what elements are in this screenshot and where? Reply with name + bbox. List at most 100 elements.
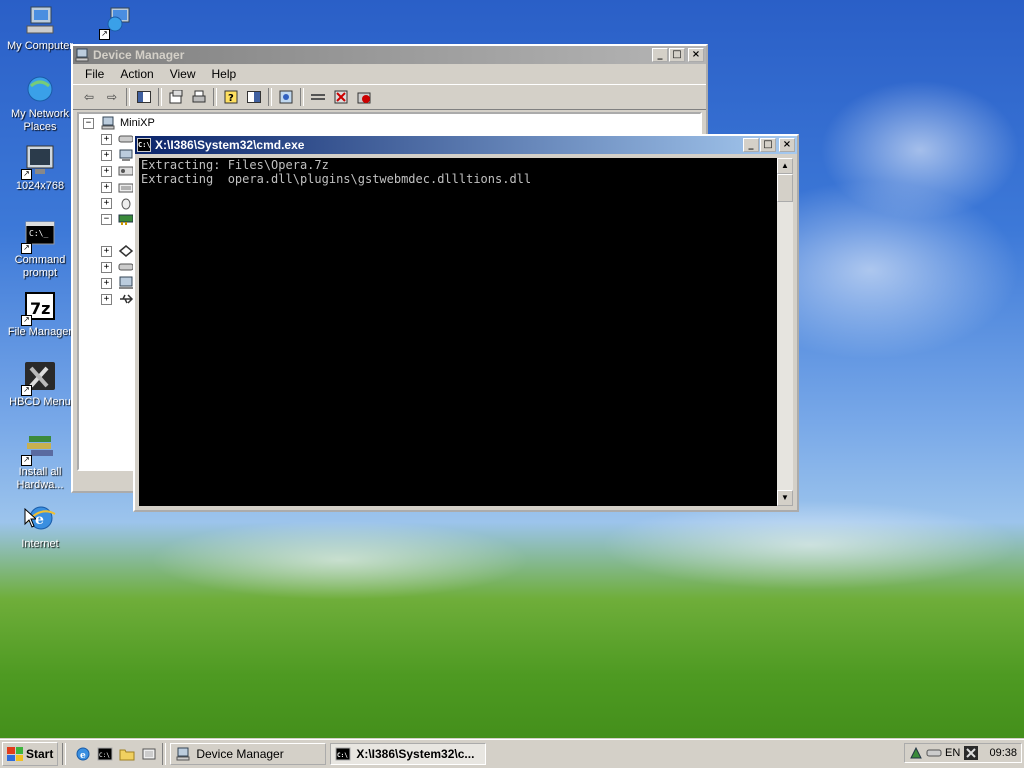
mouse-cursor-icon [24, 508, 36, 528]
computer-icon [176, 747, 190, 761]
back-icon[interactable]: ⇦ [79, 88, 99, 106]
desktop-icon-file-manager[interactable]: 7z ↗ File Manager [4, 290, 76, 339]
maximize-button[interactable]: □ [669, 48, 685, 62]
minimize-button[interactable]: _ [743, 138, 759, 152]
print-icon[interactable] [189, 88, 209, 106]
desktop-icon-resolution[interactable]: ↗ 1024x768 [4, 144, 76, 193]
desktop-icon-internet[interactable]: e Internet [4, 502, 76, 551]
expand-icon[interactable]: + [101, 149, 112, 161]
menu-view[interactable]: View [162, 67, 204, 81]
quicklaunch-folder-icon[interactable] [118, 745, 136, 763]
expand-icon[interactable]: + [101, 133, 112, 145]
toolbar: ⇦ ⇨ ? [73, 84, 706, 110]
desktop-icon-my-computer[interactable]: My Computer [4, 4, 76, 53]
expand-icon[interactable]: + [101, 277, 112, 289]
tree-node[interactable]: − [101, 212, 134, 226]
tree-node[interactable]: + [101, 180, 134, 194]
task-device-manager[interactable]: Device Manager [170, 743, 327, 765]
task-label: Device Manager [196, 747, 284, 761]
tray-drive-icon[interactable] [926, 748, 942, 758]
menu-help[interactable]: Help [204, 67, 245, 81]
toolbar-separator [213, 88, 217, 106]
expand-icon[interactable]: + [101, 293, 112, 305]
tree-node[interactable]: + [101, 276, 134, 290]
ports-icon [118, 245, 134, 257]
scroll-thumb[interactable] [777, 174, 793, 202]
device-manager-titlebar[interactable]: Device Manager _ □ × [73, 46, 706, 64]
display-adapter-icon [119, 149, 133, 161]
computer-icon [75, 48, 89, 62]
tray-hardware-icon[interactable] [909, 746, 923, 760]
start-button[interactable]: Start [2, 742, 59, 766]
uninstall-icon[interactable] [331, 88, 351, 106]
tree-node[interactable]: + [101, 260, 134, 274]
expand-icon[interactable]: + [101, 245, 112, 257]
disable-icon[interactable] [354, 88, 374, 106]
expand-icon[interactable]: + [101, 165, 112, 177]
scan-hardware-icon[interactable] [276, 88, 296, 106]
menu-action[interactable]: Action [112, 67, 161, 81]
desktop-icon-label: Install all Hardwa... [16, 466, 64, 491]
desktop-icon-command-prompt[interactable]: C:\_ ↗ Command prompt [4, 218, 76, 280]
help-icon[interactable]: ? [221, 88, 241, 106]
expand-icon[interactable]: + [101, 261, 112, 273]
desktop-icon-label: 1024x768 [15, 180, 65, 192]
tray-language[interactable]: EN [945, 747, 960, 759]
tray-tools-icon[interactable] [963, 745, 979, 761]
tree-node[interactable]: + [101, 196, 134, 210]
close-button[interactable]: × [688, 48, 704, 62]
expand-icon[interactable]: + [101, 181, 112, 193]
desktop-icon-hbcd-menu[interactable]: ↗ HBCD Menu [4, 360, 76, 409]
system-tray: EN 09:38 [904, 743, 1022, 763]
minimize-button[interactable]: _ [652, 48, 668, 62]
quicklaunch-desktop-icon[interactable] [140, 745, 158, 763]
show-hide-tree-icon[interactable] [134, 88, 154, 106]
tray-clock[interactable]: 09:38 [989, 747, 1017, 759]
update-driver-icon[interactable] [308, 88, 328, 106]
svg-text:?: ? [228, 93, 234, 104]
desktop-icon-label: My Network Places [10, 108, 70, 133]
quicklaunch-cmd-icon[interactable]: C:\ [96, 745, 114, 763]
desktop-icon-secondary[interactable]: ↗ [82, 4, 154, 40]
desktop-icon-network-places[interactable]: My Network Places [4, 72, 76, 134]
tree-root[interactable]: − MiniXP [83, 116, 155, 130]
close-button[interactable]: × [779, 138, 795, 152]
shortcut-arrow-icon: ↗ [21, 385, 32, 396]
command-prompt-icon: C:\_ ↗ [21, 218, 57, 254]
network-adapter-icon [118, 214, 134, 225]
desktop-icon-label: Command prompt [14, 254, 66, 279]
scroll-down-button[interactable]: ▼ [777, 490, 793, 506]
task-cmd[interactable]: C:\ X:\I386\System32\c... [330, 743, 487, 765]
tree-node[interactable]: + [101, 292, 134, 306]
cmd-titlebar[interactable]: C:\ X:\I386\System32\cmd.exe _ □ × [135, 136, 797, 154]
vertical-scrollbar[interactable]: ▲ ▼ [777, 158, 793, 506]
windows-flag-icon [7, 747, 23, 761]
tree-node[interactable]: + [101, 148, 134, 162]
cmd-window[interactable]: C:\ X:\I386\System32\cmd.exe _ □ × Extra… [133, 134, 799, 512]
tree-node[interactable]: + [101, 244, 134, 258]
tree-node[interactable]: + [101, 164, 134, 178]
desktop-icon-install-hardware[interactable]: ↗ Install all Hardwa... [4, 430, 76, 492]
desktop-icon-label: My Computer [6, 40, 74, 52]
tree-node[interactable]: + [101, 132, 134, 146]
forward-icon[interactable]: ⇨ [102, 88, 122, 106]
view-icon[interactable] [244, 88, 264, 106]
shortcut-arrow-icon: ↗ [21, 455, 32, 466]
scroll-up-button[interactable]: ▲ [777, 158, 793, 174]
task-label: X:\I386\System32\c... [356, 747, 475, 761]
collapse-icon[interactable]: − [101, 213, 112, 225]
desktop-icon-label: HBCD Menu [9, 396, 71, 408]
properties-icon[interactable] [166, 88, 186, 106]
menu-file[interactable]: File [77, 67, 112, 81]
expand-icon[interactable]: + [101, 197, 112, 209]
storage-icon [118, 263, 134, 271]
quicklaunch-internet-icon[interactable]: e [74, 745, 92, 763]
toolbar-separator [300, 88, 304, 106]
svg-text:e: e [80, 751, 86, 761]
console-output[interactable]: Extracting: Files\Opera.7z Extracting ope… [139, 158, 777, 506]
collapse-icon[interactable]: − [83, 117, 94, 129]
maximize-button[interactable]: □ [760, 138, 776, 152]
svg-text:C:\: C:\ [337, 752, 348, 759]
console-line: Extracting: Files\Opera.7z [141, 158, 329, 172]
mouse-icon [121, 198, 131, 210]
